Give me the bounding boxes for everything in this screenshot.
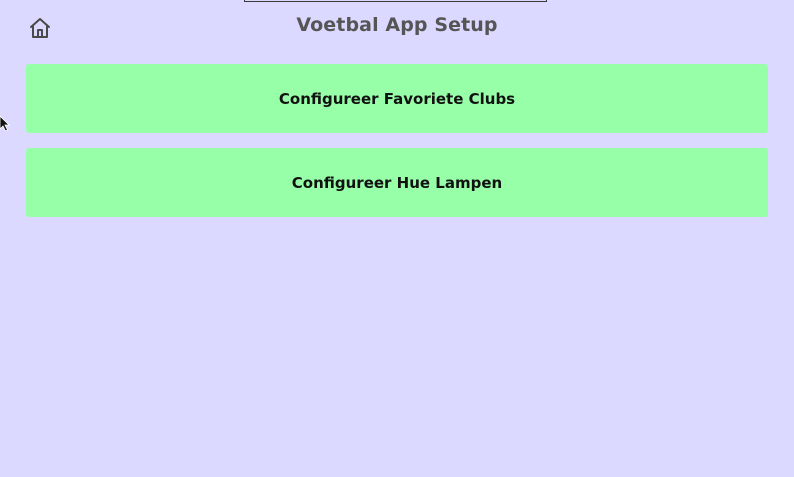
app-header: Voetbal App Setup (0, 0, 794, 56)
setup-menu: Configureer Favoriete Clubs Configureer … (26, 64, 768, 232)
page-title: Voetbal App Setup (296, 14, 498, 36)
mouse-cursor-icon (0, 115, 10, 132)
configure-favorite-clubs-button[interactable]: Configureer Favoriete Clubs (26, 64, 768, 133)
configure-hue-lamps-button[interactable]: Configureer Hue Lampen (26, 148, 768, 217)
